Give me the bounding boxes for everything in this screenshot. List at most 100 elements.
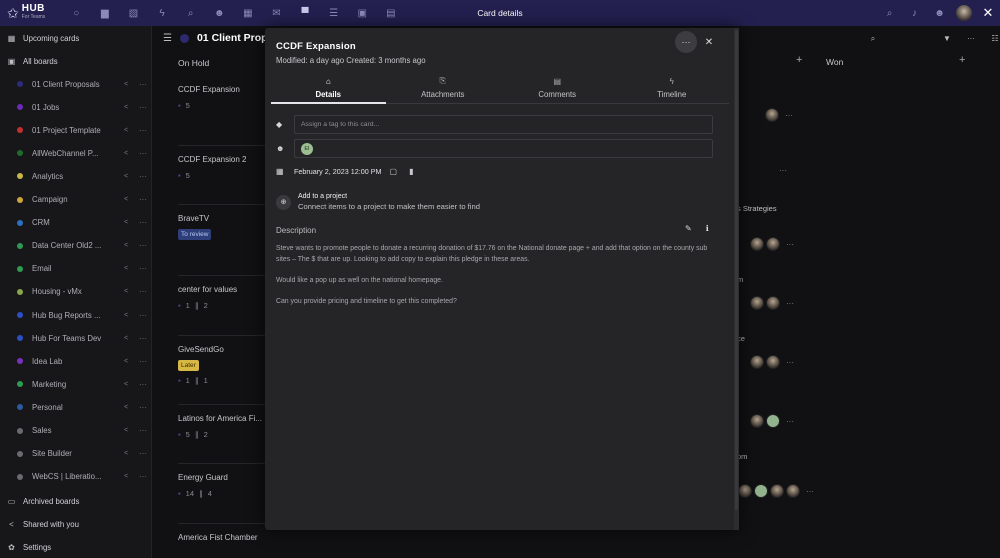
more-icon[interactable]: ···	[134, 241, 152, 250]
sidebar-board-item[interactable]: Marketing < ···	[0, 374, 152, 394]
share-icon[interactable]: <	[118, 404, 134, 411]
more-icon[interactable]: ···	[134, 357, 152, 366]
description-body[interactable]: Steve wants to promote people to donate …	[276, 243, 720, 317]
sidebar-board-item[interactable]: Analytics < ···	[0, 166, 152, 186]
mail-icon[interactable]: ✉	[262, 8, 291, 19]
card-options-button[interactable]: ···	[675, 31, 697, 53]
more-icon[interactable]: ···	[786, 299, 794, 308]
search-icon[interactable]: ⌕	[861, 34, 885, 44]
board-card[interactable]: Energy Guard ▪ 14 ∥ 4	[178, 472, 273, 498]
sidebar-board-item[interactable]: Housing - vMx < ···	[0, 282, 152, 302]
add-card-icon[interactable]: +	[796, 54, 802, 66]
more-icon[interactable]: ···	[134, 149, 152, 158]
user-icon[interactable]: ☻	[927, 8, 952, 19]
more-icon[interactable]: ···	[959, 34, 983, 44]
sidebar-board-item[interactable]: WebCS | Liberatio... < ···	[0, 467, 152, 487]
card-title[interactable]: CCDF Expansion	[276, 41, 356, 52]
share-icon[interactable]: <	[118, 335, 134, 342]
tab-details[interactable]: ⌂ Details	[271, 72, 386, 104]
calendar-edit-icon[interactable]: ▢	[390, 167, 398, 176]
more-icon[interactable]: ···	[134, 426, 152, 435]
more-icon[interactable]: ···	[134, 472, 152, 481]
more-icon[interactable]: ···	[786, 240, 794, 249]
board-card[interactable]: center for values ▪ 1 ∥ 2	[178, 284, 273, 310]
more-icon[interactable]: ···	[134, 287, 152, 296]
close-icon[interactable]: ✕	[976, 0, 1000, 26]
info-icon[interactable]: ℹ	[706, 224, 709, 233]
share-icon[interactable]: <	[118, 173, 134, 180]
sidebar-board-item[interactable]: 01 Jobs < ···	[0, 97, 152, 117]
more-icon[interactable]: ···	[134, 449, 152, 458]
board-icon[interactable]: ▣	[348, 8, 377, 19]
people-icon[interactable]: ☻	[205, 8, 234, 19]
tab-comments[interactable]: ▤ Comments	[500, 72, 615, 103]
tab-attachments[interactable]: ⎘ Attachments	[386, 72, 501, 103]
share-icon[interactable]: <	[118, 242, 134, 249]
more-icon[interactable]: ···	[134, 380, 152, 389]
share-icon[interactable]: <	[118, 265, 134, 272]
scrollbar-thumb[interactable]	[735, 30, 738, 510]
more-icon[interactable]: ···	[134, 80, 152, 89]
avatar[interactable]	[956, 5, 972, 21]
checklist-icon[interactable]: ☰	[319, 8, 348, 19]
bolt-icon[interactable]: ϟ	[148, 8, 177, 19]
image-icon[interactable]: ▧	[119, 8, 148, 19]
sidebar-board-item[interactable]: Hub Bug Reports ... < ···	[0, 305, 152, 325]
avatar[interactable]: EI	[301, 142, 313, 155]
calendar-icon[interactable]: ▦	[234, 8, 263, 19]
sidebar-item-settings[interactable]: ✿ Settings	[0, 537, 152, 557]
more-icon[interactable]: ···	[134, 172, 152, 181]
add-project-title[interactable]: Add to a project	[298, 193, 480, 200]
share-icon[interactable]: <	[118, 358, 134, 365]
modal-scrollbar[interactable]	[734, 28, 739, 530]
tag-input[interactable]: Assign a tag to this card...	[294, 115, 713, 134]
sidebar-board-item[interactable]: Campaign < ···	[0, 190, 152, 210]
menu-icon[interactable]: ☰	[163, 33, 172, 44]
share-icon[interactable]: <	[118, 81, 134, 88]
board-card[interactable]: CCDF Expansion 2 ▪ 5	[178, 154, 273, 180]
more-icon[interactable]: ···	[134, 103, 152, 112]
more-icon[interactable]: ···	[134, 311, 152, 320]
assignee-field[interactable]: EI	[294, 139, 713, 158]
more-icon[interactable]: ···	[134, 264, 152, 273]
board-card[interactable]: GiveSendGo Later ▪ 1 ∥ 1	[178, 344, 273, 385]
share-icon[interactable]: <	[118, 312, 134, 319]
tab-timeline[interactable]: ϟ Timeline	[615, 72, 730, 103]
settings-sliders-icon[interactable]: ☷	[983, 34, 1000, 44]
board-card[interactable]: Latinos for America Fi... ▪ 5 ∥ 2	[178, 413, 273, 439]
share-icon[interactable]: <	[118, 381, 134, 388]
more-icon[interactable]: ···	[806, 487, 814, 496]
briefcase-icon[interactable]: ▀	[291, 8, 320, 19]
share-icon[interactable]: <	[118, 150, 134, 157]
more-icon[interactable]: ···	[134, 218, 152, 227]
sidebar-item-upcoming[interactable]: ▦ Upcoming cards	[0, 28, 152, 48]
more-icon[interactable]: ···	[786, 358, 794, 367]
sidebar-board-item[interactable]: AllWebChannel P... < ···	[0, 143, 152, 163]
search-icon[interactable]: ⌕	[176, 8, 205, 19]
more-icon[interactable]: ···	[779, 166, 787, 175]
sidebar-board-item[interactable]: 01 Client Proposals < ···	[0, 74, 152, 94]
due-date[interactable]: February 2, 2023 12:00 PM	[294, 167, 382, 176]
circle-icon[interactable]: ○	[62, 8, 91, 19]
share-icon[interactable]: <	[118, 288, 134, 295]
more-icon[interactable]: ···	[134, 195, 152, 204]
bell-icon[interactable]: ♪	[902, 8, 927, 19]
sidebar-item-all-boards[interactable]: ▣ All boards	[0, 51, 152, 71]
more-icon[interactable]: ···	[134, 403, 152, 412]
sidebar-board-item[interactable]: 01 Project Template < ···	[0, 120, 152, 140]
trash-icon[interactable]: ▮	[409, 167, 413, 176]
share-icon[interactable]: <	[118, 196, 134, 203]
zoom-icon[interactable]: ⌕	[877, 8, 902, 19]
sidebar-board-item[interactable]: CRM < ···	[0, 213, 152, 233]
edit-icon[interactable]: ✎	[685, 224, 692, 233]
folder-icon[interactable]: ▆	[91, 8, 120, 19]
sidebar-board-item[interactable]: Site Builder < ···	[0, 444, 152, 464]
share-icon[interactable]: <	[118, 450, 134, 457]
share-icon[interactable]: <	[118, 127, 134, 134]
sidebar-board-item[interactable]: Email < ···	[0, 259, 152, 279]
sidebar-board-item[interactable]: Data Center Old2 ... < ···	[0, 236, 152, 256]
sidebar-item-archived[interactable]: ▭ Archived boards	[0, 491, 152, 511]
share-icon[interactable]: <	[118, 219, 134, 226]
sidebar-board-item[interactable]: Hub For Teams Dev < ···	[0, 328, 152, 348]
share-icon[interactable]: <	[118, 427, 134, 434]
